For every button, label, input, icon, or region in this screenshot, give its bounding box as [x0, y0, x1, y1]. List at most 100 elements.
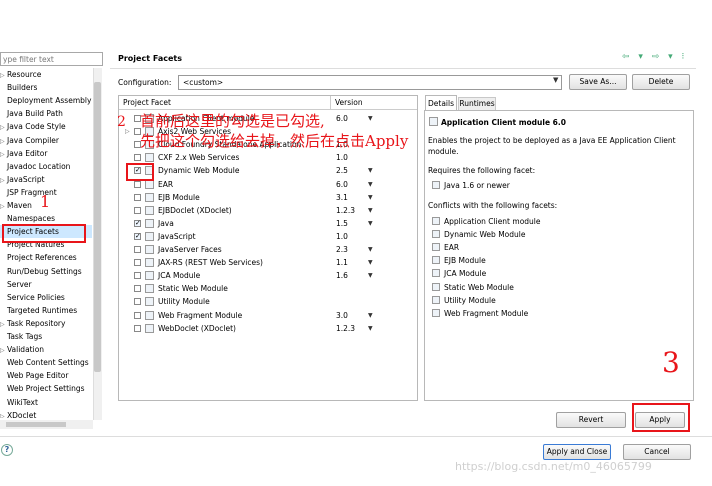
facet-row[interactable]: Utility Module: [120, 295, 416, 308]
version-dropdown-icon[interactable]: ▼: [368, 256, 373, 269]
chevron-down-icon[interactable]: ▼: [553, 76, 558, 84]
facet-version[interactable]: 2.5: [336, 164, 348, 177]
facet-row[interactable]: EJBDoclet (XDoclet) 1.2.3 ▼: [120, 204, 416, 217]
facet-checkbox[interactable]: [134, 180, 141, 188]
facet-row[interactable]: Static Web Module: [120, 282, 416, 295]
facet-row[interactable]: Web Fragment Module 3.0 ▼: [120, 309, 416, 322]
tree-item[interactable]: Java Build Path: [0, 107, 92, 120]
tree-horizontal-thumb[interactable]: [6, 422, 66, 427]
tree-item[interactable]: ▷ Java Editor: [0, 147, 92, 160]
version-dropdown-icon[interactable]: ▼: [368, 164, 373, 177]
tree-item[interactable]: Deployment Assembly: [0, 94, 92, 107]
apply-and-close-button[interactable]: Apply and Close: [543, 444, 611, 460]
expand-arrow-icon[interactable]: ▷: [0, 174, 7, 187]
facet-checkbox[interactable]: [134, 206, 141, 214]
version-dropdown-icon[interactable]: ▼: [368, 243, 373, 256]
tree-item[interactable]: WikiText: [0, 396, 92, 409]
facet-version[interactable]: 1.2.3: [336, 204, 355, 217]
save-as-button[interactable]: Save As...: [569, 74, 627, 90]
version-dropdown-icon[interactable]: ▼: [368, 112, 373, 125]
version-dropdown-icon[interactable]: ▼: [368, 309, 373, 322]
version-dropdown-icon[interactable]: ▼: [368, 191, 373, 204]
facet-version[interactable]: 1.5: [336, 217, 348, 230]
tree-item[interactable]: Service Policies: [0, 291, 92, 304]
column-header-facet[interactable]: Project Facet: [119, 96, 331, 110]
tree-item[interactable]: Web Project Settings: [0, 382, 92, 395]
delete-button[interactable]: Delete: [632, 74, 690, 90]
facet-row[interactable]: EAR 6.0 ▼: [120, 178, 416, 191]
facet-checkbox[interactable]: [134, 193, 141, 201]
expand-arrow-icon[interactable]: ▷: [0, 318, 7, 331]
help-icon[interactable]: ?: [1, 444, 13, 456]
facet-version[interactable]: 1.2.3: [336, 322, 355, 335]
revert-button[interactable]: Revert: [556, 412, 626, 428]
tree-item[interactable]: ▷ Resource: [0, 68, 92, 81]
tree-item[interactable]: ▷ Validation: [0, 343, 92, 356]
facet-version[interactable]: 1.0: [336, 151, 348, 164]
facet-checkbox[interactable]: [134, 298, 141, 306]
facet-version[interactable]: 6.0: [336, 112, 348, 125]
facet-row[interactable]: JavaServer Faces 2.3 ▼: [120, 243, 416, 256]
details-list-label: Utility Module: [444, 295, 496, 305]
tree-item[interactable]: Run/Debug Settings: [0, 265, 92, 278]
version-dropdown-icon[interactable]: ▼: [368, 178, 373, 191]
facet-version[interactable]: 3.1: [336, 191, 348, 204]
version-dropdown-icon[interactable]: ▼: [368, 322, 373, 335]
facet-checkbox[interactable]: [134, 246, 141, 253]
version-dropdown-icon[interactable]: ▼: [368, 217, 373, 230]
tab-details[interactable]: Details: [425, 95, 457, 111]
tree-item[interactable]: Server: [0, 278, 92, 291]
tree-item[interactable]: ▷ XDoclet: [0, 409, 92, 418]
facet-checkbox[interactable]: [134, 324, 141, 332]
column-header-version[interactable]: Version: [331, 96, 417, 110]
version-dropdown-icon[interactable]: ▼: [368, 269, 373, 282]
facet-checkbox[interactable]: ✓: [134, 219, 141, 227]
tree-item[interactable]: Task Tags: [0, 330, 92, 343]
facet-row[interactable]: CXF 2.x Web Services 1.0: [120, 151, 416, 164]
expand-arrow-icon[interactable]: ▷: [0, 121, 7, 134]
tree-item[interactable]: Builders: [0, 81, 92, 94]
version-dropdown-icon[interactable]: ▼: [368, 204, 373, 217]
facet-row[interactable]: JAX-RS (REST Web Services) 1.1 ▼: [120, 256, 416, 269]
tree-item[interactable]: Web Content Settings: [0, 356, 92, 369]
configuration-select[interactable]: <custom>: [178, 75, 562, 90]
facet-row[interactable]: EJB Module 3.1 ▼: [120, 191, 416, 204]
facet-row[interactable]: JCA Module 1.6 ▼: [120, 269, 416, 282]
tree-item[interactable]: Web Page Editor: [0, 369, 92, 382]
tree-scroll-thumb[interactable]: [94, 82, 101, 372]
expand-arrow-icon[interactable]: ▷: [0, 410, 7, 418]
filter-input[interactable]: ype filter text: [0, 52, 103, 66]
facet-checkbox[interactable]: ✓: [134, 232, 141, 240]
configuration-label: Configuration:: [118, 78, 172, 87]
tree-item[interactable]: ▷ JavaScript: [0, 173, 92, 186]
tree-item[interactable]: Project References: [0, 251, 92, 264]
tree-item[interactable]: Javadoc Location: [0, 160, 92, 173]
facet-version[interactable]: 6.0: [336, 178, 348, 191]
facet-version[interactable]: 1.0: [336, 230, 348, 243]
expand-arrow-icon[interactable]: ▷: [0, 69, 7, 82]
navigation-arrows-icon[interactable]: ⇦ ▾ ⇨ ▾ ⁝: [622, 52, 687, 62]
facet-checkbox[interactable]: [134, 154, 141, 162]
facet-checkbox[interactable]: [134, 285, 141, 293]
facet-version[interactable]: 1.1: [336, 256, 348, 269]
tree-item[interactable]: ▷ Task Repository: [0, 317, 92, 330]
tab-runtimes[interactable]: Runtimes: [458, 97, 496, 110]
tree-item[interactable]: ▷ Java Compiler: [0, 134, 92, 147]
facet-checkbox[interactable]: [134, 311, 141, 319]
tree-item[interactable]: Targeted Runtimes: [0, 304, 92, 317]
facet-checkbox[interactable]: [134, 272, 141, 280]
expand-arrow-icon[interactable]: ▷: [0, 200, 7, 213]
facet-row[interactable]: ✓ JavaScript 1.0: [120, 230, 416, 243]
expand-arrow-icon[interactable]: ▷: [0, 344, 7, 357]
expand-arrow-icon[interactable]: ▷: [0, 135, 7, 148]
facet-row[interactable]: ✓ Dynamic Web Module 2.5 ▼: [120, 164, 416, 177]
facet-row[interactable]: WebDoclet (XDoclet) 1.2.3 ▼: [120, 322, 416, 335]
expand-arrow-icon[interactable]: ▷: [0, 148, 7, 161]
facet-version[interactable]: 3.0: [336, 309, 348, 322]
tree-item[interactable]: ▷ Java Code Style: [0, 120, 92, 133]
facet-version[interactable]: 1.6: [336, 269, 348, 282]
facet-version[interactable]: 2.3: [336, 243, 348, 256]
facet-checkbox[interactable]: [134, 259, 141, 267]
cancel-button[interactable]: Cancel: [623, 444, 691, 460]
facet-row[interactable]: ✓ Java 1.5 ▼: [120, 217, 416, 230]
